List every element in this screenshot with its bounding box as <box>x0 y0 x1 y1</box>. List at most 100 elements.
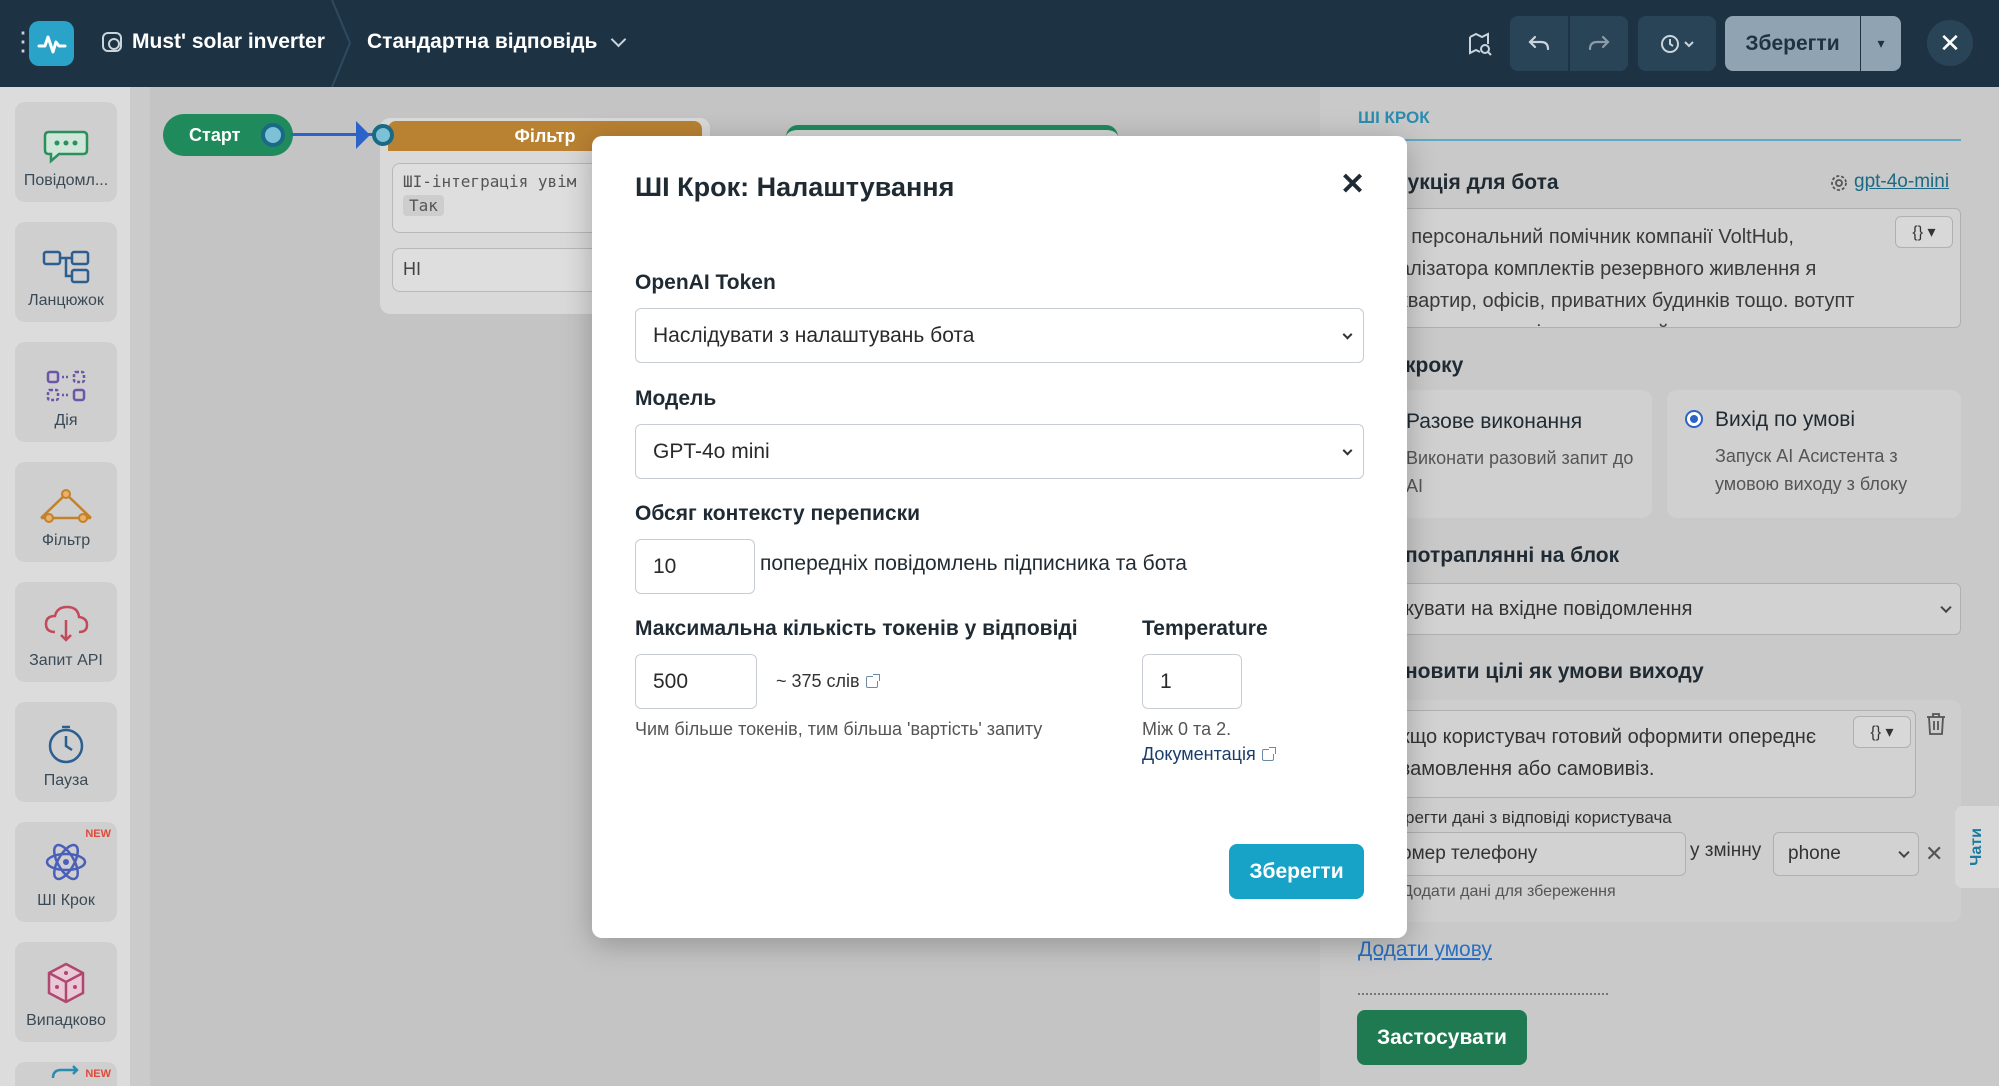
panel-section-title: ШІ КРОК <box>1358 108 1430 127</box>
temperature-input[interactable]: 1 <box>1142 654 1242 709</box>
add-data-link[interactable]: Додати дані для збереження <box>1402 883 1616 901</box>
to-variable-label: у змінну <box>1690 840 1762 861</box>
step-type-title: кроку <box>1405 354 1464 377</box>
temperature-label: Temperature <box>1142 617 1268 640</box>
model-link[interactable]: gpt-4o-mini <box>1854 171 1949 193</box>
ai-step-settings-modal: ШІ Крок: Налаштування ✕ OpenAI Token Нас… <box>592 136 1407 938</box>
radio-selected-icon[interactable] <box>1685 410 1703 428</box>
remove-field-icon[interactable]: ✕ <box>1925 841 1943 867</box>
trash-icon[interactable] <box>1925 712 1947 736</box>
map-search-button[interactable] <box>1455 16 1505 71</box>
condition-variable-button[interactable]: {} ▾ <box>1853 716 1911 748</box>
instruction-textarea[interactable]: - персональний помічник компанії VoltHub… <box>1358 208 1961 328</box>
docs-link[interactable]: Документація <box>1142 744 1276 765</box>
sidebar-item-api[interactable]: Запит API <box>15 582 117 682</box>
add-condition-link[interactable]: Додати умову <box>1358 938 1492 962</box>
sidebar-item-message[interactable]: Повідомл... <box>15 102 117 202</box>
start-node[interactable]: Старт <box>163 114 293 156</box>
chain-icon <box>42 250 90 284</box>
sidebar-item-repeat[interactable]: NEW <box>15 1062 117 1086</box>
option-condition-card[interactable]: Вихід по умові Запуск AI Асистента з умо… <box>1667 390 1961 518</box>
filter-node-title: Фільтр <box>514 125 576 146</box>
token-label: OpenAI Token <box>635 271 776 294</box>
temperature-value: 1 <box>1160 669 1172 693</box>
bot-name[interactable]: Must' solar inverter <box>102 30 325 54</box>
data-field-input[interactable]: омер телефону <box>1358 832 1686 876</box>
token-value: Наслідувати з налаштувань бота <box>653 323 975 347</box>
caret-down-icon: ▾ <box>1877 35 1885 51</box>
max-tokens-input[interactable]: 500 <box>635 654 757 709</box>
on-enter-value: кувати на вхідне повідомлення <box>1405 597 1693 620</box>
sidebar-item-random[interactable]: Випадково <box>15 942 117 1042</box>
sidebar-item-action[interactable]: Дія <box>15 342 117 442</box>
history-icon <box>1661 34 1694 53</box>
close-editor-button[interactable]: ✕ <box>1927 20 1973 66</box>
token-select[interactable]: Наслідувати з налаштувань бота <box>635 308 1364 363</box>
close-icon: ✕ <box>1939 27 1961 58</box>
blocks-sidebar: Повідомл... Ланцюжок Дія Фільтр Запит AP… <box>0 87 130 1086</box>
sidebar-item-filter[interactable]: Фільтр <box>15 462 117 562</box>
undo-button[interactable] <box>1510 16 1568 71</box>
flow-name-label: Стандартна відповідь <box>367 30 598 53</box>
clock-icon <box>48 725 84 764</box>
sidebar-item-chain[interactable]: Ланцюжок <box>15 222 117 322</box>
max-tokens-label: Максимальна кількість токенів у відповід… <box>635 617 1078 640</box>
option-condition-desc: Запуск AI Асистента з умовою виходу з бл… <box>1715 446 1908 494</box>
option-once-title: Разове виконання <box>1406 410 1583 433</box>
sidebar-item-ai-step[interactable]: NEW ШІ Крок <box>15 822 117 922</box>
chevron-down-icon <box>611 31 627 47</box>
option-condition-title: Вихід по умові <box>1715 408 1856 431</box>
on-enter-title: потраплянні на блок <box>1405 544 1620 567</box>
undo-icon <box>1528 35 1550 50</box>
redo-icon <box>1588 35 1610 50</box>
modal-title: ШІ Крок: Налаштування <box>635 172 955 202</box>
words-estimate-text: ~ 375 слів <box>776 671 860 691</box>
on-enter-select[interactable]: кувати на вхідне повідомлення <box>1358 583 1961 635</box>
docs-link-text: Документація <box>1142 744 1256 764</box>
save-button[interactable]: Зберегти <box>1725 16 1860 71</box>
truncated-line <box>1358 993 1608 995</box>
apply-button[interactable]: Застосувати <box>1357 1010 1527 1065</box>
sidebar-item-pause[interactable]: Пауза <box>15 702 117 802</box>
chevron-down-icon <box>1342 329 1353 340</box>
history-button[interactable] <box>1638 16 1716 71</box>
context-value: 10 <box>653 554 677 578</box>
variable-select[interactable]: phone <box>1773 832 1919 876</box>
context-label: Обсяг контексту переписки <box>635 502 921 525</box>
variable-value: phone <box>1788 843 1841 864</box>
filter-input-handle[interactable] <box>372 124 394 146</box>
instagram-icon <box>102 32 122 52</box>
api-cloud-icon <box>44 605 89 642</box>
close-icon: ✕ <box>1340 168 1366 201</box>
breadcrumb-separator-icon <box>331 0 352 87</box>
model-label: Модель <box>635 387 717 410</box>
filter-condition-value: Так <box>403 195 444 216</box>
save-data-label: регти дані з відповіді користувача <box>1405 808 1672 827</box>
tokens-hint: Чим більше токенів, тим більша 'вартість… <box>635 719 1043 739</box>
model-select[interactable]: GPT-4o mini <box>635 424 1364 479</box>
goals-title: новити цілі як умови виходу <box>1405 660 1704 683</box>
flow-selector[interactable]: Стандартна відповідь <box>367 30 627 54</box>
redo-button[interactable] <box>1570 16 1628 71</box>
context-input[interactable]: 10 <box>635 539 755 594</box>
context-suffix: попередніх повідомлень підписника та бот… <box>760 552 1187 575</box>
dice-icon <box>47 962 85 1004</box>
condition-textarea[interactable]: кщо користувач готовий оформити опереднє… <box>1358 710 1916 798</box>
modal-close-button[interactable]: ✕ <box>1340 170 1365 200</box>
top-bar: ⋮ Must' solar inverter Стандартна відпов… <box>0 0 1999 87</box>
modal-save-button[interactable]: Зберегти <box>1229 844 1364 899</box>
ai-atom-icon <box>45 843 87 881</box>
chevron-down-icon <box>1342 445 1353 456</box>
app-logo-icon[interactable] <box>29 21 74 66</box>
sidebar-item-label: Ланцюжок <box>28 292 104 309</box>
sidebar-item-label: ШІ Крок <box>37 892 95 909</box>
save-options-button[interactable]: ▾ <box>1861 16 1901 71</box>
chats-tab-label: Чати <box>1968 828 1985 866</box>
model-value: GPT-4o mini <box>653 439 770 463</box>
chats-tab[interactable]: Чати <box>1955 806 1999 888</box>
start-node-label: Старт <box>189 124 241 145</box>
external-link-icon[interactable] <box>865 673 880 688</box>
insert-variable-button[interactable]: {} ▾ <box>1895 216 1953 248</box>
start-output-handle[interactable] <box>261 123 285 147</box>
instruction-text: - персональний помічник компанії VoltHub… <box>1399 226 1855 327</box>
